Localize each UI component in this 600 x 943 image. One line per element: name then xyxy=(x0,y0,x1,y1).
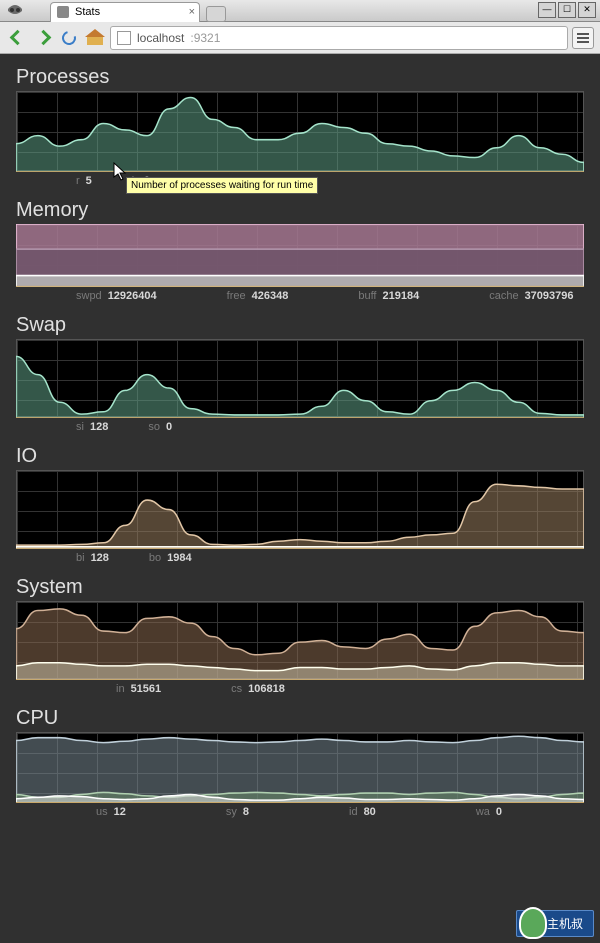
metric-free: free426348 xyxy=(227,290,289,302)
metric-so: so0 xyxy=(148,421,172,433)
close-window-button[interactable]: ✕ xyxy=(578,2,596,18)
metric-swpd: swpd12926404 xyxy=(76,290,157,302)
maximize-button[interactable]: ☐ xyxy=(558,2,576,18)
metric-sy: sy8 xyxy=(226,806,249,818)
page-icon xyxy=(117,31,131,45)
memory-section: Memory swpd12926404 free426348 buff21918… xyxy=(16,199,584,302)
metric-bi: bi128 xyxy=(76,552,109,564)
io-chart[interactable] xyxy=(16,470,584,548)
window-titlebar: Stats × — ☐ ✕ xyxy=(0,0,600,22)
url-host: localhost xyxy=(137,31,184,45)
tab-title: Stats xyxy=(75,6,100,18)
metric-cs: cs106818 xyxy=(231,683,285,695)
memory-chart[interactable] xyxy=(16,224,584,286)
io-metrics: bi128 bo1984 xyxy=(16,548,584,564)
browser-toolbar: localhost :9321 xyxy=(0,22,600,54)
section-title: Processes xyxy=(16,66,584,89)
swap-chart[interactable] xyxy=(16,339,584,417)
io-section: IO bi128 bo1984 xyxy=(16,445,584,564)
section-title: System xyxy=(16,576,584,599)
home-button[interactable] xyxy=(84,27,106,49)
tab-strip: Stats × xyxy=(50,0,226,22)
incognito-icon xyxy=(4,1,26,21)
browser-tab[interactable]: Stats × xyxy=(50,2,200,22)
metric-bo: bo1984 xyxy=(149,552,192,564)
metric-in: in51561 xyxy=(116,683,161,695)
swap-metrics: si128 so0 xyxy=(16,417,584,433)
processes-chart[interactable] xyxy=(16,91,584,171)
cpu-chart[interactable] xyxy=(16,732,584,802)
section-title: IO xyxy=(16,445,584,468)
favicon-icon xyxy=(57,6,69,18)
metric-si: si128 xyxy=(76,421,108,433)
reload-button[interactable] xyxy=(58,27,80,49)
cpu-metrics: us12 sy8 id80 wa0 xyxy=(16,802,584,818)
swap-section: Swap si128 so0 xyxy=(16,314,584,433)
forward-button[interactable] xyxy=(32,27,54,49)
memory-metrics: swpd12926404 free426348 buff219184 cache… xyxy=(16,286,584,302)
metric-id: id80 xyxy=(349,806,376,818)
metric-b: b0 xyxy=(132,175,150,187)
system-chart[interactable] xyxy=(16,601,584,679)
processes-metrics: r5 b0 xyxy=(16,171,584,187)
section-title: Memory xyxy=(16,199,584,222)
system-section: System in51561 cs106818 xyxy=(16,576,584,695)
new-tab-button[interactable] xyxy=(206,6,226,22)
processes-section: Processes r5 b0 xyxy=(16,66,584,187)
watermark-badge: 主机叔 xyxy=(516,910,594,937)
metric-cache: cache37093796 xyxy=(489,290,573,302)
menu-button[interactable] xyxy=(572,27,594,49)
metric-r: r5 xyxy=(76,175,92,187)
close-tab-icon[interactable]: × xyxy=(189,6,195,18)
section-title: Swap xyxy=(16,314,584,337)
metric-wa: wa0 xyxy=(476,806,502,818)
back-button[interactable] xyxy=(6,27,28,49)
cpu-section: CPU us12 sy8 id80 wa0 xyxy=(16,707,584,818)
url-port: :9321 xyxy=(190,31,220,45)
section-title: CPU xyxy=(16,707,584,730)
metric-us: us12 xyxy=(96,806,126,818)
address-bar[interactable]: localhost :9321 xyxy=(110,26,568,50)
minimize-button[interactable]: — xyxy=(538,2,556,18)
page-content: Processes r5 b0 Number of processes wait… xyxy=(0,54,600,943)
system-metrics: in51561 cs106818 xyxy=(16,679,584,695)
metric-buff: buff219184 xyxy=(358,290,419,302)
